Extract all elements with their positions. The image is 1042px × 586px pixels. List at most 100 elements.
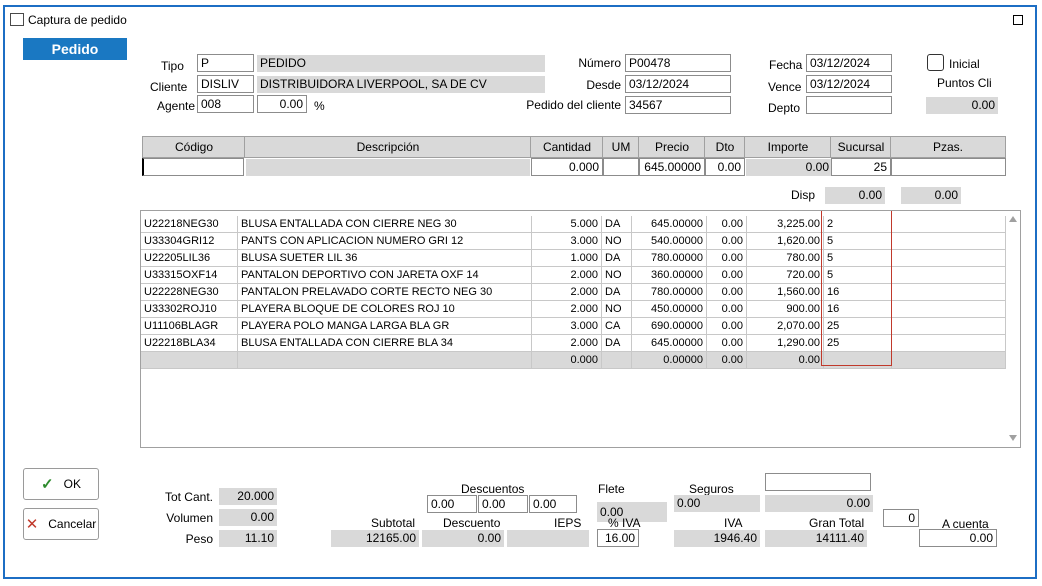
entry-codigo-input[interactable] xyxy=(142,158,244,176)
cancel-button[interactable]: ✕ Cancelar xyxy=(23,508,99,540)
check-icon: ✓ xyxy=(41,476,54,493)
cell-um: DA xyxy=(602,284,632,301)
cell-pzas xyxy=(892,233,1006,250)
cell-precio: 450.00000 xyxy=(632,301,707,318)
extra-field[interactable] xyxy=(765,473,871,491)
gran-total-field: 14111.40 xyxy=(765,530,867,547)
cell-codigo: U33302ROJ10 xyxy=(141,301,238,318)
cell-importe: 2,070.00 xyxy=(747,318,824,335)
entry-precio-input[interactable]: 645.00000 xyxy=(639,158,705,176)
cell-dto: 0.00 xyxy=(707,216,747,233)
inicial-label: Inicial xyxy=(949,57,980,71)
tipo-code-field[interactable]: P xyxy=(197,54,254,72)
cell-cantidad: 2.000 xyxy=(532,301,602,318)
desde-field[interactable]: 03/12/2024 xyxy=(625,75,731,93)
sucursal-highlight xyxy=(821,211,892,366)
cell-pzas xyxy=(892,318,1006,335)
col-header-sucursal: Sucursal xyxy=(830,136,892,158)
iva-label: IVA xyxy=(724,516,743,530)
grid-scrollbar[interactable] xyxy=(1006,211,1020,447)
col-header-importe: Importe xyxy=(744,136,832,158)
pedido-cliente-label: Pedido del cliente xyxy=(526,98,621,112)
agente-pct-field[interactable]: 0.00 xyxy=(257,95,307,113)
cell-descripcion: PANTS CON APLICACION NUMERO GRI 12 xyxy=(238,233,532,250)
cell-importe: 780.00 xyxy=(747,250,824,267)
cell-precio: 645.00000 xyxy=(632,216,707,233)
volumen-field: 0.00 xyxy=(219,509,277,526)
cell-um: NO xyxy=(602,267,632,284)
cliente-code-field[interactable]: DISLIV xyxy=(197,75,254,93)
seguros-field: 0.00 xyxy=(674,495,760,512)
cell-precio: 0.00000 xyxy=(632,352,707,369)
cell-precio: 780.00000 xyxy=(632,284,707,301)
scroll-up-icon[interactable] xyxy=(1009,216,1017,222)
tot-cant-label: Tot Cant. xyxy=(164,490,213,504)
desc3-field[interactable]: 0.00 xyxy=(529,495,577,513)
entry-descripcion-field xyxy=(246,159,530,176)
cell-pzas xyxy=(892,352,1006,369)
ieps-field xyxy=(507,530,589,547)
pct-iva-field[interactable]: 16.00 xyxy=(597,529,639,547)
cell-precio: 360.00000 xyxy=(632,267,707,284)
depto-field[interactable] xyxy=(806,96,892,114)
scroll-down-icon[interactable] xyxy=(1009,435,1017,441)
cell-dto: 0.00 xyxy=(707,233,747,250)
fecha-label: Fecha xyxy=(769,58,803,72)
ok-button[interactable]: ✓ OK xyxy=(23,468,99,500)
cell-importe: 1,560.00 xyxy=(747,284,824,301)
cell-precio: 645.00000 xyxy=(632,335,707,352)
numero-field[interactable]: P00478 xyxy=(625,54,731,72)
col-header-um: UM xyxy=(602,136,640,158)
cell-pzas xyxy=(892,284,1006,301)
a-cuenta-small-field[interactable]: 0 xyxy=(883,509,919,527)
entry-pzas-input[interactable] xyxy=(891,158,1006,176)
desc1-field[interactable]: 0.00 xyxy=(427,495,477,513)
agente-code-field[interactable]: 008 xyxy=(197,95,254,113)
cell-pzas xyxy=(892,301,1006,318)
peso-field: 11.10 xyxy=(219,530,277,547)
descuentos-label: Descuentos xyxy=(461,482,525,496)
cell-cantidad: 3.000 xyxy=(532,233,602,250)
cell-cantidad: 2.000 xyxy=(532,267,602,284)
fecha-field[interactable]: 03/12/2024 xyxy=(806,54,892,72)
cell-importe: 3,225.00 xyxy=(747,216,824,233)
pedido-cliente-field[interactable]: 34567 xyxy=(625,96,731,114)
cell-descripcion: BLUSA SUETER LIL 36 xyxy=(238,250,532,267)
a-cuenta-field[interactable]: 0.00 xyxy=(919,529,997,547)
cell-codigo: U22205LIL36 xyxy=(141,250,238,267)
desc2-field[interactable]: 0.00 xyxy=(478,495,528,513)
cell-descripcion: PANTALON DEPORTIVO CON JARETA OXF 14 xyxy=(238,267,532,284)
inicial-checkbox[interactable] xyxy=(927,54,944,71)
cell-importe: 900.00 xyxy=(747,301,824,318)
depto-label: Depto xyxy=(768,101,801,115)
cell-codigo: U11106BLAGR xyxy=(141,318,238,335)
cell-dto: 0.00 xyxy=(707,318,747,335)
cell-dto: 0.00 xyxy=(707,301,747,318)
order-lines-grid[interactable]: U22218NEG30 BLUSA ENTALLADA CON CIERRE NE… xyxy=(140,210,1021,448)
col-header-descripcion: Descripción xyxy=(244,136,532,158)
tipo-name-field: PEDIDO xyxy=(257,55,545,72)
entry-sucursal-input[interactable]: 25 xyxy=(831,158,891,176)
maximize-icon[interactable] xyxy=(1013,15,1023,25)
vence-field[interactable]: 03/12/2024 xyxy=(806,75,892,93)
close-icon: ✕ xyxy=(25,516,39,533)
window-icon xyxy=(10,13,24,26)
entry-cantidad-input[interactable]: 0.000 xyxy=(531,158,603,176)
cell-descripcion: PANTALON PRELAVADO CORTE RECTO NEG 30 xyxy=(238,284,532,301)
cell-codigo: U22228NEG30 xyxy=(141,284,238,301)
col-header-pzas: Pzas. xyxy=(890,136,1006,158)
agente-label: Agente xyxy=(157,99,196,113)
peso-label: Peso xyxy=(185,532,213,546)
tab-pedido[interactable]: Pedido xyxy=(23,38,127,60)
cell-importe: 1,290.00 xyxy=(747,335,824,352)
entry-dto-input[interactable]: 0.00 xyxy=(705,158,745,176)
cell-codigo: U33304GRI12 xyxy=(141,233,238,250)
seguros-label: Seguros xyxy=(689,482,734,496)
order-window: Captura de pedido Pedido Tipo P PEDIDO C… xyxy=(3,5,1037,579)
cell-importe: 0.00 xyxy=(747,352,824,369)
cell-precio: 540.00000 xyxy=(632,233,707,250)
cell-pzas xyxy=(892,267,1006,284)
cell-descripcion: BLUSA ENTALLADA CON CIERRE NEG 30 xyxy=(238,216,532,233)
entry-um-input[interactable] xyxy=(603,158,639,176)
cell-cantidad: 0.000 xyxy=(532,352,602,369)
